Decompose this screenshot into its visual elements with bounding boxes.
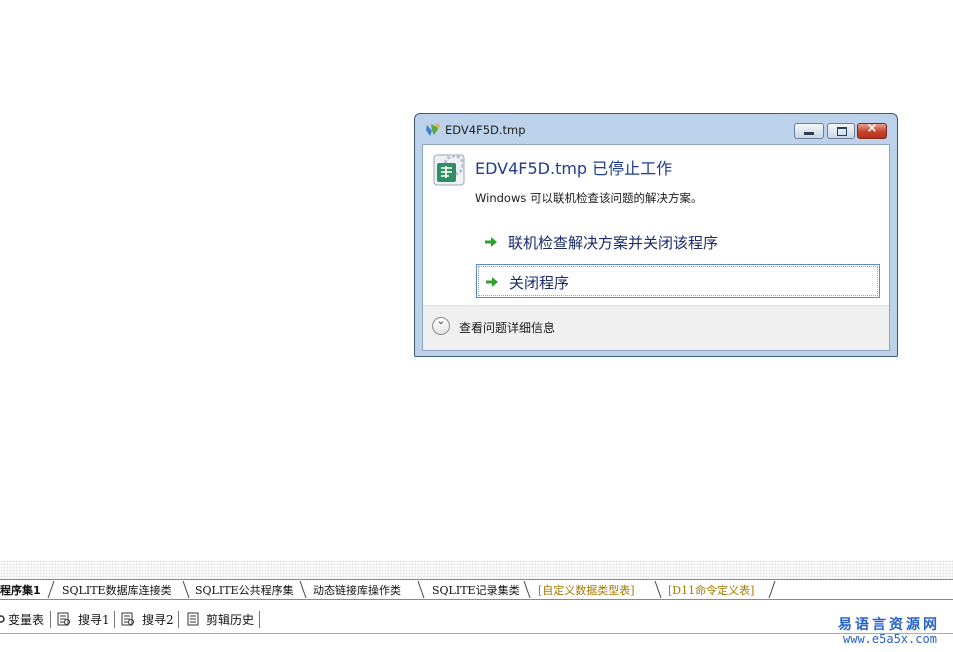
green-arrow-icon	[486, 277, 498, 287]
tab-separator	[182, 580, 190, 599]
check-online-and-close-option[interactable]: 联机检查解决方案并关闭该程序	[476, 225, 880, 259]
variable-table-icon	[0, 615, 5, 623]
tab-dll-operations[interactable]: 动态链接库操作类	[313, 582, 401, 598]
watermark-url: www.e5a5x.com	[843, 632, 937, 646]
panel-divider	[259, 611, 260, 628]
dialog-title: EDV4F5D.tmp	[445, 123, 526, 137]
chevron-down-icon: ⌄	[436, 316, 446, 327]
tab-sqlite-db-connection[interactable]: SQLITE数据库连接类	[62, 582, 172, 598]
dialog-footer: ⌄ 查看问题详细信息	[423, 305, 889, 350]
tab-separator	[47, 580, 55, 599]
panel-divider	[178, 611, 179, 628]
watermark-site-name: 易语言资源网	[838, 617, 940, 633]
tab-separator	[299, 580, 307, 599]
tab-separator	[654, 580, 662, 599]
panel-divider	[50, 611, 51, 628]
minimize-button[interactable]	[794, 123, 824, 139]
details-label[interactable]: 查看问题详细信息	[459, 319, 555, 336]
program-icon	[433, 154, 465, 186]
tab-sqlite-common[interactable]: SQLITE公共程序集	[195, 582, 294, 598]
maximize-button[interactable]	[827, 123, 855, 139]
panel-bottom-border	[0, 633, 953, 634]
app-icon	[426, 123, 440, 136]
minimize-icon	[804, 132, 814, 135]
search-window-icon	[57, 612, 70, 626]
panel-search-1[interactable]: 搜寻1	[78, 611, 110, 628]
tab-dll-command-definitions[interactable]: [D11命令定义表]	[668, 582, 754, 598]
editor-background	[0, 560, 953, 579]
details-expander-button[interactable]: ⌄	[432, 316, 450, 335]
clipboard-history-icon	[187, 612, 199, 626]
tab-program-set-1[interactable]: 程序集1	[0, 582, 41, 598]
panel-clipboard-history[interactable]: 剪辑历史	[206, 611, 254, 628]
tab-custom-data-types[interactable]: [自定义数据类型表]	[538, 582, 635, 598]
panel-search-2[interactable]: 搜寻2	[142, 611, 174, 628]
option-label: 关闭程序	[509, 274, 570, 292]
close-button[interactable]: ×	[857, 121, 887, 139]
close-program-option[interactable]: 关闭程序	[476, 264, 880, 298]
dialog-titlebar[interactable]: EDV4F5D.tmp ×	[415, 114, 897, 144]
panel-variable-table[interactable]: 变量表	[8, 611, 44, 628]
module-tab-bar: 程序集1 SQLITE数据库连接类 SQLITE公共程序集 动态链接库操作类 S…	[0, 579, 953, 600]
dialog-heading: EDV4F5D.tmp 已停止工作	[475, 159, 673, 178]
tab-separator	[768, 580, 776, 599]
search-window-icon	[121, 612, 134, 626]
option-label: 联机检查解决方案并关闭该程序	[508, 234, 719, 252]
close-icon: ×	[866, 121, 878, 136]
panel-divider	[114, 611, 115, 628]
tab-separator	[417, 580, 425, 599]
maximize-icon	[837, 127, 847, 136]
tab-sqlite-recordset[interactable]: SQLITE记录集类	[432, 582, 520, 598]
green-arrow-icon	[485, 237, 497, 247]
tab-separator	[523, 580, 531, 599]
dialog-description: Windows 可以联机检查该问题的解决方案。	[475, 191, 703, 205]
panel-tab-bar: 变量表 搜寻1 搜寻2 剪辑历史	[0, 608, 953, 632]
